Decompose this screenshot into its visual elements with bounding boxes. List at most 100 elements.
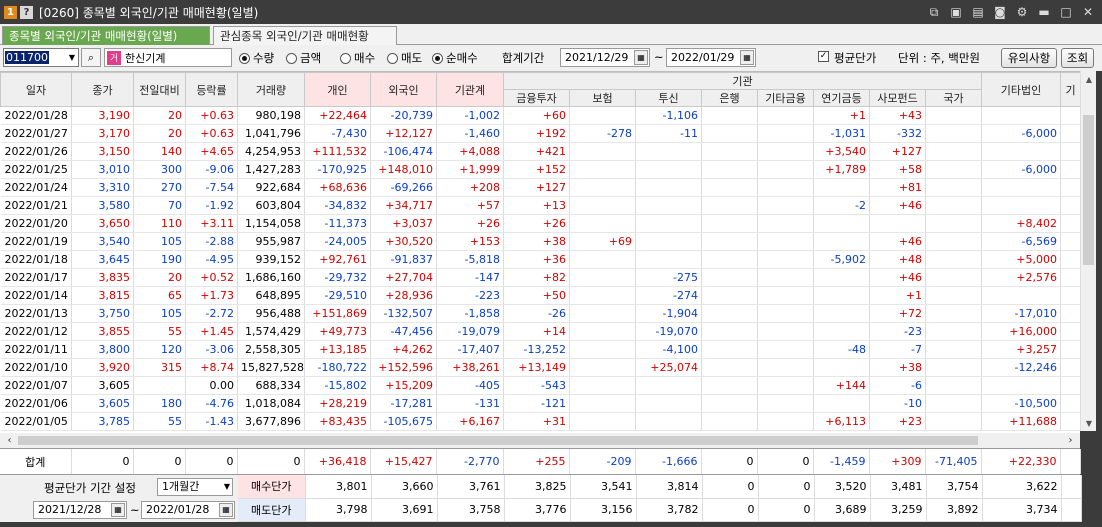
table-row[interactable]: 2022/01/25 3,010 300 -9.06 1,427,283 -170,925…: [0, 160, 1080, 179]
cell-corp: [981, 196, 1061, 215]
col-header-pension[interactable]: 연기금등: [813, 89, 870, 107]
cell-trust: [635, 214, 702, 233]
help-badge[interactable]: ?: [20, 5, 33, 19]
table-row[interactable]: 2022/01/18 3,645 190 -4.95 939,152 +92,761 -91…: [0, 250, 1080, 269]
cell-gov: [925, 340, 982, 359]
avg-sell-row-value: 0: [758, 498, 815, 522]
table-row[interactable]: 2022/01/20 3,650 110 +3.11 1,154,058 -11,373 +…: [0, 214, 1080, 233]
col-header-finance[interactable]: 금융투자: [503, 89, 570, 107]
table-row[interactable]: 2022/01/13 3,750 105 -2.72 956,488 +151,869 -1…: [0, 304, 1080, 323]
table-row[interactable]: 2022/01/28 3,190 20 +0.63 980,198 +22,464 -20,…: [0, 106, 1080, 125]
calendar-icon[interactable]: ▦: [740, 50, 754, 65]
screen-number-badge[interactable]: 1: [4, 5, 17, 19]
calendar-icon[interactable]: ▦: [219, 503, 233, 517]
table-row[interactable]: 2022/01/06 3,605 180 -4.76 1,018,084 +28,219-…: [0, 394, 1080, 413]
col-header-other-corp[interactable]: 기타법인: [981, 72, 1061, 107]
cell-corp: [981, 178, 1061, 197]
col-header-more[interactable]: 기: [1060, 72, 1080, 107]
link-icon[interactable]: ⧉: [926, 4, 942, 20]
chevron-down-icon[interactable]: ▼: [66, 49, 78, 66]
print-icon[interactable]: ▤: [970, 4, 986, 20]
cell-foreign: +27,704: [370, 268, 437, 287]
table-row[interactable]: 2022/01/24 3,310 270 -7.54 922,684 +68,636 -69…: [0, 178, 1080, 197]
scroll-up-icon[interactable]: ▲: [1081, 71, 1097, 87]
cell-more: [1060, 142, 1080, 161]
notice-button[interactable]: 유의사항: [1001, 48, 1057, 68]
cell-more: [1060, 340, 1080, 359]
col-header-trust[interactable]: 투신: [635, 89, 702, 107]
col-header-individual[interactable]: 개인: [304, 72, 371, 107]
maximize-icon[interactable]: □: [1058, 4, 1074, 20]
col-header-gov[interactable]: 국가: [925, 89, 982, 107]
table-row[interactable]: 2022/01/19 3,540 105 -2.88 955,987 -24,005 +30…: [0, 232, 1080, 251]
unit-label: 단위 : 주, 백만원: [898, 51, 980, 65]
col-header-rate[interactable]: 등락률: [185, 72, 238, 107]
scroll-right-icon[interactable]: ›: [1063, 433, 1078, 448]
radio-net-buy[interactable]: 순매수: [432, 50, 478, 66]
cell-corp: +2,576: [981, 268, 1061, 287]
avg-period-select[interactable]: 1개월간 ▼: [157, 478, 233, 496]
radio-sell[interactable]: 매도: [387, 50, 422, 66]
chevron-down-icon[interactable]: ▼: [224, 479, 230, 495]
stock-code-input[interactable]: 011700 ▼: [3, 48, 79, 67]
scroll-thumb[interactable]: [1083, 115, 1094, 265]
gear-icon[interactable]: ⚙: [1014, 4, 1030, 20]
avg-end-date[interactable]: 2022/01/28 ▦: [141, 501, 235, 519]
avg-buy-row-value: 3,754: [926, 475, 983, 499]
cell-corp: -6,000: [981, 160, 1061, 179]
table-row[interactable]: 2022/01/21 3,580 70 -1.92 603,804 -34,832 +34,…: [0, 196, 1080, 215]
close-icon[interactable]: ✕: [1080, 4, 1096, 20]
horizontal-scrollbar[interactable]: ‹ ›: [0, 433, 1080, 448]
scroll-thumb[interactable]: [18, 436, 978, 445]
calendar-icon[interactable]: ▦: [111, 503, 125, 517]
tab-stock-daily[interactable]: 종목별 외국인/기관 매매현황(일별): [2, 26, 210, 45]
calendar-icon[interactable]: ▦: [634, 50, 648, 65]
cell-pension: [813, 178, 870, 197]
cell-change: 55: [133, 412, 186, 431]
col-header-institution-total[interactable]: 기관계: [436, 72, 504, 107]
query-button[interactable]: 조회: [1061, 48, 1094, 68]
col-header-insurance[interactable]: 보험: [569, 89, 636, 107]
camera-icon[interactable]: ◙: [992, 4, 1008, 20]
table-row[interactable]: 2022/01/27 3,170 20 +0.63 1,041,796 -7,430 +12…: [0, 124, 1080, 143]
table-row[interactable]: 2022/01/07 3,605 0.00 688,334 -15,802 +15,209…: [0, 376, 1080, 395]
col-header-close[interactable]: 종가: [71, 72, 134, 107]
cell-volume: 688,334: [237, 376, 305, 395]
cell-pe: -332: [869, 124, 926, 143]
avg-start-date[interactable]: 2021/12/28 ▦: [33, 501, 127, 519]
vertical-scrollbar[interactable]: ▲ ▼: [1080, 71, 1096, 431]
scroll-left-icon[interactable]: ‹: [2, 433, 17, 448]
search-button[interactable]: ⌕: [81, 48, 101, 67]
cell-volume: 956,488: [237, 304, 305, 323]
cell-finance: +31: [503, 412, 570, 431]
radio-amount[interactable]: 금액: [286, 50, 321, 66]
save-icon[interactable]: ▣: [948, 4, 964, 20]
scroll-down-icon[interactable]: ▼: [1081, 415, 1097, 431]
table-row[interactable]: 2022/01/11 3,800 120 -3.06 2,558,305 +13,185 +…: [0, 340, 1080, 359]
table-row[interactable]: 2022/01/17 3,835 20 +0.52 1,686,160 -29,732 +2…: [0, 268, 1080, 287]
col-header-date[interactable]: 일자: [0, 72, 72, 107]
period-end-date[interactable]: 2022/01/29 ▦: [666, 48, 756, 67]
period-start-date[interactable]: 2021/12/29 ▦: [560, 48, 650, 67]
col-header-bank[interactable]: 은행: [701, 89, 758, 107]
table-row[interactable]: 2022/01/10 3,920 315 +8.74 15,827,528 -180,72…: [0, 358, 1080, 377]
table-row[interactable]: 2022/01/14 3,815 65 +1.73 648,895 -29,510 +28,…: [0, 286, 1080, 305]
minimize-icon[interactable]: ▬: [1036, 4, 1052, 20]
col-header-pe-fund[interactable]: 사모펀드: [869, 89, 926, 107]
radio-buy[interactable]: 매수: [340, 50, 375, 66]
cell-volume: 1,574,429: [237, 322, 305, 341]
tab-watchlist[interactable]: 관심종목 외국인/기관 매매현황: [213, 26, 397, 45]
col-header-volume[interactable]: 거래량: [237, 72, 305, 107]
cell-date: 2022/01/12: [0, 322, 72, 341]
avg-price-checkbox[interactable]: ✓: [818, 51, 829, 62]
table-row[interactable]: 2022/01/26 3,150 140 +4.65 4,254,953 +111,532…: [0, 142, 1080, 161]
radio-quantity[interactable]: 수량: [239, 50, 274, 66]
table-row[interactable]: 2022/01/05 3,785 55 -1.43 3,677,896 +83,435 -1…: [0, 412, 1080, 431]
col-header-foreign[interactable]: 외국인: [370, 72, 437, 107]
trading-table: 일자 종가 전일대비 등락률 거래량 개인 외국인 기관계 기관 기타법인 기 …: [0, 71, 1080, 433]
table-row[interactable]: 2022/01/12 3,855 55 +1.45 1,574,429 +49,773 -4…: [0, 322, 1080, 341]
cell-foreign: -91,837: [370, 250, 437, 269]
cell-insurance: -278: [569, 124, 636, 143]
col-header-other-fin[interactable]: 기타금융: [757, 89, 814, 107]
col-header-change[interactable]: 전일대비: [133, 72, 186, 107]
